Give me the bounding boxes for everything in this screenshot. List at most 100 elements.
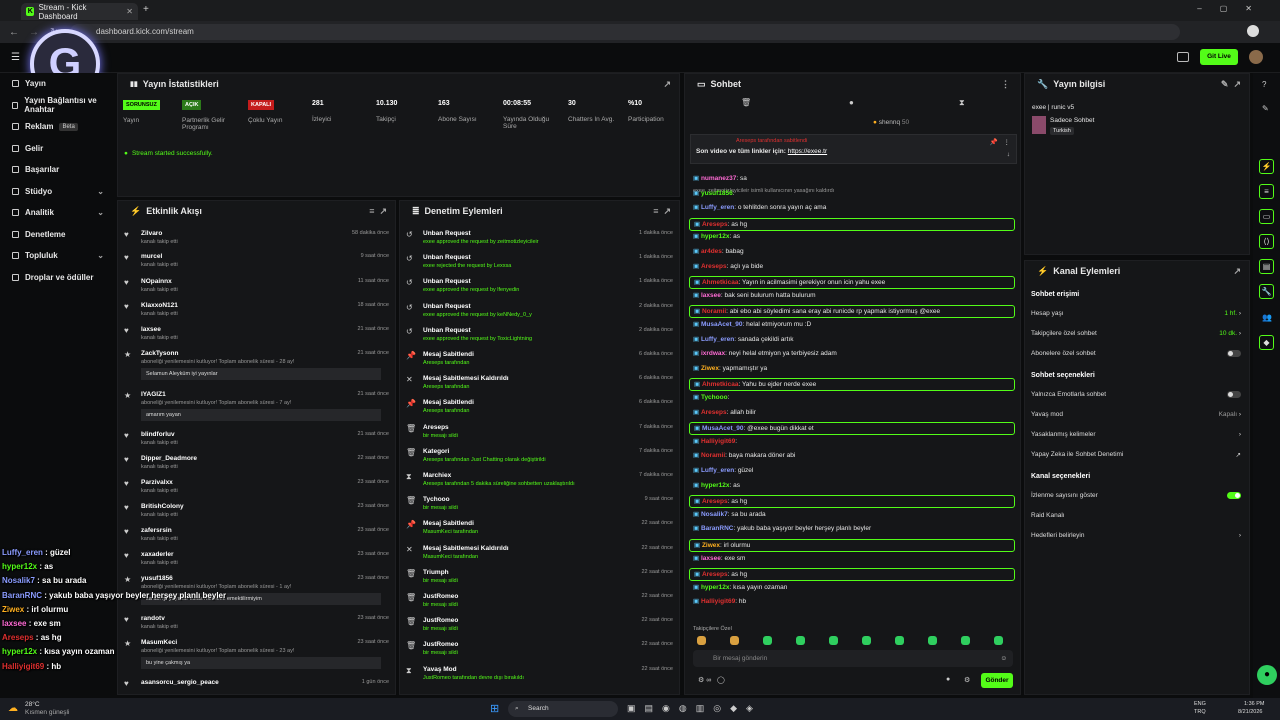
quick-list-icon[interactable]: ≡: [1259, 184, 1274, 199]
popout-icon[interactable]: ↗: [379, 206, 387, 217]
chat-username[interactable]: Nosalik7: [701, 511, 728, 518]
emote-icon[interactable]: [763, 636, 772, 645]
chat-message[interactable]: ▣ ar4des: babag: [693, 247, 744, 255]
quick-bolt-icon[interactable]: ⚡: [1259, 159, 1274, 174]
chat-message[interactable]: ▣ Noramii: baya makara döner abi: [693, 451, 795, 459]
chevron-right-icon[interactable]: ›: [1239, 532, 1241, 539]
chat-message[interactable]: ▣ laxsee: exe sm: [693, 554, 745, 562]
edit-icon[interactable]: ✎: [1262, 104, 1269, 113]
chat-username[interactable]: laxsee: [701, 292, 721, 299]
chat-message[interactable]: ▣ BaranRNC: yakub baba yaşıyor beyler he…: [693, 524, 871, 532]
chat-username[interactable]: MusaAcet_90: [701, 321, 743, 328]
chat-username[interactable]: Luffy_eren: [701, 204, 734, 211]
chat-message[interactable]: ▣ laxsee: bak seni bulurum hatta bulurum: [693, 291, 816, 299]
chat-bubble-icon[interactable]: ●: [946, 676, 950, 683]
chat-message[interactable]: ▣ hyper12x: kısa yayın ozaman: [693, 583, 787, 591]
activity-user[interactable]: IYAGIZ1: [141, 391, 389, 398]
new-tab-icon[interactable]: +: [143, 4, 149, 15]
chat-message[interactable]: ▣ hyper12x: as: [693, 232, 740, 240]
tab-close-icon[interactable]: ✕: [126, 7, 133, 16]
chat-username[interactable]: Ahmetkicaa: [702, 279, 739, 286]
activity-user[interactable]: ZackTysonn: [141, 350, 389, 357]
activity-user[interactable]: laxsee: [141, 326, 389, 333]
sidebar-item-2[interactable]: Reklam Beta: [0, 116, 114, 138]
actions-row[interactable]: Yapay Zeka ile Sohbet Denetimi ↗: [1031, 451, 1241, 459]
actions-row[interactable]: Yasaklanmış kelimeler ›: [1031, 431, 1241, 438]
emote-icon[interactable]: [829, 636, 838, 645]
filter-icon[interactable]: ≡: [369, 206, 374, 216]
url-field[interactable]: dashboard.kick.com/stream: [70, 24, 1180, 40]
sidebar-item-0[interactable]: Yayın: [0, 73, 114, 95]
help-icon[interactable]: ?: [1262, 80, 1266, 89]
chat-username[interactable]: ar4des: [701, 248, 722, 255]
chat-username[interactable]: Halliyigit69: [701, 598, 735, 605]
chat-message[interactable]: ▣ yusuf1856:: [693, 189, 735, 197]
go-live-button[interactable]: Git Live: [1200, 49, 1238, 65]
chat-username[interactable]: Areseps: [702, 221, 728, 228]
emote-icon[interactable]: [796, 636, 805, 645]
toggle-switch[interactable]: [1227, 350, 1241, 357]
chat-username[interactable]: numanez37: [701, 175, 736, 182]
actions-row-value[interactable]: 10 dk. ›: [1219, 330, 1241, 337]
emote-icon[interactable]: [961, 636, 970, 645]
chat-message[interactable]: ▣ Luffy_eren: güzel: [693, 466, 753, 474]
chevron-down-icon[interactable]: ⌄: [97, 251, 104, 260]
chat-message[interactable]: ▣ Areseps: as hg: [689, 568, 1015, 582]
activity-user[interactable]: blindforluv: [141, 431, 389, 438]
chevron-right-icon[interactable]: ›: [1239, 431, 1241, 438]
activity-user[interactable]: murcel: [141, 253, 389, 260]
chat-message[interactable]: ▣ Nosalik7: sa bu arada: [693, 510, 766, 518]
forward-icon[interactable]: →: [29, 27, 39, 38]
actions-row[interactable]: Yalnızca Emotlarla sohbet: [1031, 391, 1241, 398]
chat-username[interactable]: Noramii: [701, 452, 725, 459]
window-controls[interactable]: –▢✕: [1197, 4, 1270, 13]
hourglass-icon[interactable]: ⧗: [959, 98, 965, 108]
chat-username[interactable]: ixrdwax: [701, 350, 725, 357]
menu-icon[interactable]: ☰: [11, 52, 20, 63]
chat-settings-icons[interactable]: ⚙ ∞ ◯: [698, 676, 725, 684]
more-options-icon[interactable]: ⋮: [1001, 79, 1010, 90]
actions-row[interactable]: Hedefleri belirleyin ›: [1031, 532, 1241, 539]
actions-row-value[interactable]: [1227, 350, 1241, 359]
activity-user[interactable]: yusuf1856: [141, 575, 389, 582]
lang-secondary[interactable]: TRQ: [1194, 709, 1206, 715]
actions-row-value[interactable]: [1227, 391, 1241, 400]
chat-username[interactable]: Tychooo: [701, 394, 728, 401]
activity-user[interactable]: randotv: [141, 615, 389, 622]
chat-username[interactable]: laxsee: [701, 555, 721, 562]
chat-username[interactable]: Areseps: [702, 571, 728, 578]
taskbar-search[interactable]: Search ⌕: [508, 701, 618, 717]
chat-username[interactable]: MusaAcet_90: [702, 425, 744, 432]
chat-message[interactable]: ▣ Ahmetkicaa: Yayın in acilmasimi gereki…: [689, 276, 1015, 290]
collapse-icon[interactable]: ↓: [1007, 151, 1010, 158]
emoji-icon[interactable]: ☺: [1000, 650, 1007, 667]
actions-row-value[interactable]: [1227, 492, 1241, 501]
activity-user[interactable]: zafersrsin: [141, 527, 389, 534]
browser-tab[interactable]: K Stream - Kick Dashboard ✕: [21, 3, 138, 21]
activity-user[interactable]: BritishColony: [141, 503, 389, 510]
filter-icon[interactable]: ≡: [653, 206, 658, 216]
chat-message[interactable]: ▣ Halliyigit69: hb: [693, 597, 746, 605]
pin-icon[interactable]: 📌: [990, 138, 998, 146]
quick-chat-icon[interactable]: ▭: [1259, 209, 1274, 224]
chat-message[interactable]: ▣ hyper12x: as: [693, 481, 740, 489]
clock-time[interactable]: 1:36 PM: [1244, 701, 1264, 707]
chat-message[interactable]: ▣ Noramii: abi ebo abi söyledimi sana er…: [689, 305, 1015, 319]
chat-username[interactable]: yusuf1856: [701, 190, 733, 197]
chat-message[interactable]: ▣ MusaAcet_90: helal etmiyorum mu :D: [693, 320, 811, 328]
edit-icon[interactable]: ✎: [1221, 79, 1229, 90]
trash-icon[interactable]: 🗑: [741, 98, 751, 107]
chat-username[interactable]: hyper12x: [701, 233, 730, 240]
chat-username[interactable]: Ziwex: [702, 542, 720, 549]
toggle-switch[interactable]: [1227, 391, 1241, 398]
chat-message[interactable]: ▣ MusaAcet_90: @exee bugün dikkat et: [689, 422, 1015, 436]
activity-user[interactable]: MasumKeci: [141, 639, 389, 646]
quick-embed-icon[interactable]: ⟨⟩: [1259, 234, 1274, 249]
chat-message[interactable]: ▣ ixrdwax: neyi helal etmiyon ya terbiye…: [693, 349, 837, 357]
chat-message[interactable]: ▣ Areseps: as hg: [689, 495, 1015, 509]
clock-date[interactable]: 8/21/2026: [1238, 709, 1262, 715]
chat-username[interactable]: Areseps: [701, 409, 727, 416]
chat-username[interactable]: Ahmetkicaa: [702, 381, 739, 388]
emote-icon[interactable]: [994, 636, 1003, 645]
activity-user[interactable]: NOpainnx: [141, 278, 389, 285]
